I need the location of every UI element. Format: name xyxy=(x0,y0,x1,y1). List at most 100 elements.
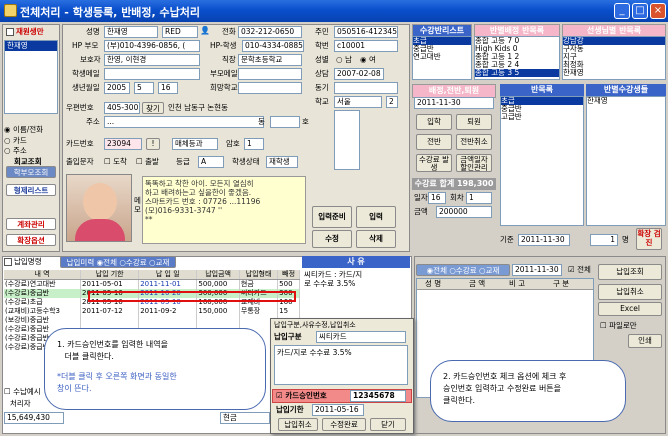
right-filter-all[interactable]: 전체 xyxy=(433,266,447,275)
column-header[interactable]: 납입 기한 xyxy=(80,270,140,280)
confirm-button[interactable]: 확장 검진 xyxy=(636,228,662,250)
excel-button[interactable]: Excel xyxy=(598,302,662,316)
delete-button[interactable]: 삭제 xyxy=(356,230,396,248)
banlist-item[interactable]: 고급반 xyxy=(501,113,583,121)
student-hp-field[interactable]: 010-4334-0885 xyxy=(242,40,304,52)
table-row[interactable]: (보강비)중급반 xyxy=(4,316,300,325)
filter-fee[interactable]: 수강료 xyxy=(126,258,147,267)
banlist[interactable]: 초급 중급반 고급반 xyxy=(500,96,584,226)
birth-month-select[interactable]: 5 xyxy=(134,82,154,94)
table-row[interactable]: (수강료)연고대반 2011-05-01 2011-11-01 500,000 현금 50… xyxy=(4,279,300,289)
admit-button[interactable]: 입학 xyxy=(416,114,452,130)
right-filter-group[interactable]: ◉전체 ○수강료 ○교재 xyxy=(416,264,510,276)
card-button[interactable]: ! xyxy=(146,138,160,150)
guardian-field[interactable]: 한영, 이현경 xyxy=(104,54,200,66)
hope-school-field[interactable] xyxy=(238,82,302,94)
file-only-checkbox[interactable]: ☐ 파일로만 xyxy=(600,320,637,332)
radio-card[interactable]: ○ 카드 xyxy=(4,136,58,146)
dialog-close-button[interactable]: 닫기 xyxy=(370,418,406,431)
ho-field[interactable] xyxy=(270,116,300,128)
teacher-item[interactable]: 한재영 xyxy=(563,69,665,77)
filter-all[interactable]: 전체 xyxy=(103,258,117,267)
student-no-field[interactable]: c10001 xyxy=(334,40,398,52)
attend-arrive-checkbox[interactable]: ☐ 도착 xyxy=(104,156,127,168)
table-row[interactable]: (교재비)고등수학3 2011-07-12 2011-09-2 150,000 무통장 1… xyxy=(4,307,300,316)
column-header[interactable]: 납입금액 xyxy=(196,270,240,280)
gender-male-radio[interactable]: ○ 남 xyxy=(336,54,352,66)
motive-field[interactable] xyxy=(334,82,398,94)
dialog-text-area[interactable]: 카드/지로 수수료 3.5% xyxy=(274,345,408,385)
extend-options-button[interactable]: 확장옵션 xyxy=(6,234,56,246)
fee-example-checkbox[interactable]: ☐ 수납예시 xyxy=(4,386,41,398)
days-field[interactable]: 16 xyxy=(428,192,446,204)
count-field[interactable]: 1 xyxy=(466,192,492,204)
tab-sibling-list[interactable]: 형제리스트 xyxy=(6,184,56,196)
dialog-due-field[interactable]: 2011-05-16 xyxy=(312,404,364,416)
payment-tab[interactable]: 납입명령 xyxy=(14,256,42,268)
status-select[interactable]: 재학생 xyxy=(266,156,298,168)
transfer-cancel-button[interactable]: 전반취소 xyxy=(456,134,492,150)
withdraw-button[interactable]: 퇴원 xyxy=(456,114,492,130)
course-list[interactable]: 초급 중급반 연고대반 xyxy=(412,36,472,80)
teacher-item[interactable]: 구자동 xyxy=(563,45,665,53)
parent-mail-field[interactable] xyxy=(238,68,302,80)
person-icon[interactable]: 👤 xyxy=(200,26,210,38)
teacher-list[interactable]: 강남강 구자동 지구 최정화 한재영 xyxy=(562,36,666,80)
id-field[interactable]: 050516-4123456 xyxy=(334,26,398,38)
card-field[interactable]: 23094 xyxy=(104,138,142,150)
gender-female-radio[interactable]: ◉ 여 xyxy=(360,54,376,66)
subject-list[interactable] xyxy=(334,110,360,170)
payment-cancel-button[interactable]: 납입취소 xyxy=(598,284,662,300)
class-students-list[interactable]: 한재영 xyxy=(586,96,666,226)
column-header[interactable]: 납입형태 xyxy=(239,270,279,280)
right-filter-book[interactable]: 교재 xyxy=(486,266,500,275)
phone-field[interactable]: 032-212-0650 xyxy=(238,26,302,38)
dialog-cancel-button[interactable]: 납입취소 xyxy=(278,418,318,431)
maximize-button[interactable]: □ xyxy=(632,3,648,19)
payment-history-tab[interactable]: 납입미력 ◉전체 ○수강료 ○교재 xyxy=(60,256,176,268)
right-date-select[interactable]: 2011-11-30 xyxy=(512,264,562,276)
course-list-item[interactable]: 연고대반 xyxy=(413,53,471,61)
card-type-select[interactable]: 매체등과 xyxy=(172,138,218,150)
payment-checkbox[interactable] xyxy=(4,258,12,266)
payment-query-button[interactable]: 납입조회 xyxy=(598,264,662,280)
class-student-item[interactable]: 한재영 xyxy=(587,97,665,105)
enroll-date-select[interactable]: 2011-11-30 xyxy=(414,97,494,109)
school-field[interactable]: 서울 xyxy=(334,96,382,108)
attend-depart-checkbox[interactable]: ☐ 출발 xyxy=(136,156,159,168)
right-filter-fee[interactable]: 수강료 xyxy=(456,266,477,275)
approval-checkbox[interactable]: ☑ 카드승인번호 xyxy=(276,390,327,402)
work-field[interactable]: 문학초등학교 xyxy=(238,54,302,66)
column-header[interactable]: 납 입 일 xyxy=(138,270,198,280)
level-select[interactable]: A xyxy=(198,156,224,168)
close-button[interactable]: × xyxy=(650,3,666,19)
radio-name-phone[interactable]: ◉ 이름/전화 xyxy=(4,124,58,136)
birth-day-select[interactable]: 16 xyxy=(158,82,178,94)
minimize-button[interactable]: _ xyxy=(614,3,630,19)
consult-date-field[interactable]: 2007-02-08 xyxy=(334,68,384,80)
base-date-select[interactable]: 2011-11-30 xyxy=(518,234,570,246)
pw-field[interactable]: 1 xyxy=(244,138,264,150)
dialog-type-select[interactable]: 씨티카드 xyxy=(316,331,406,343)
color-select[interactable]: RED xyxy=(162,26,198,38)
student-list-item[interactable]: 한재영 xyxy=(5,41,57,51)
account-button[interactable]: 계좌관리 xyxy=(6,218,56,230)
memo-box[interactable]: 똑똑하고 착한 아이. 모든지 열심히 하고 배려하는고 싶을한이 좋겠음. 스… xyxy=(142,176,306,244)
edit-button[interactable]: 수정 xyxy=(312,230,352,248)
birth-year-select[interactable]: 2005 xyxy=(104,82,130,94)
find-zip-button[interactable]: 찾기 xyxy=(142,102,164,114)
print-button[interactable]: 인쇄 xyxy=(628,334,662,348)
discount-button[interactable]: 금액일자 할인관리 xyxy=(456,154,492,172)
transfer-button[interactable]: 전반 xyxy=(416,134,452,150)
column-header[interactable]: 내 역 xyxy=(4,270,82,280)
approval-field[interactable]: 12345678 xyxy=(350,390,406,402)
grade-field[interactable]: 2 xyxy=(386,96,398,108)
fee-generate-button[interactable]: 수강료 발생 xyxy=(416,154,452,172)
filter-book[interactable]: 교재 xyxy=(156,258,170,267)
zip-field[interactable]: 405-300 xyxy=(104,102,140,114)
input-button[interactable]: 입력 xyxy=(356,206,396,228)
tab-parent-search[interactable]: 학부모조회 xyxy=(6,166,56,178)
prepare-input-button[interactable]: 입력준비 xyxy=(312,206,352,228)
reenroll-checkbox[interactable] xyxy=(6,28,14,36)
name-field[interactable]: 한재영 xyxy=(104,26,158,38)
